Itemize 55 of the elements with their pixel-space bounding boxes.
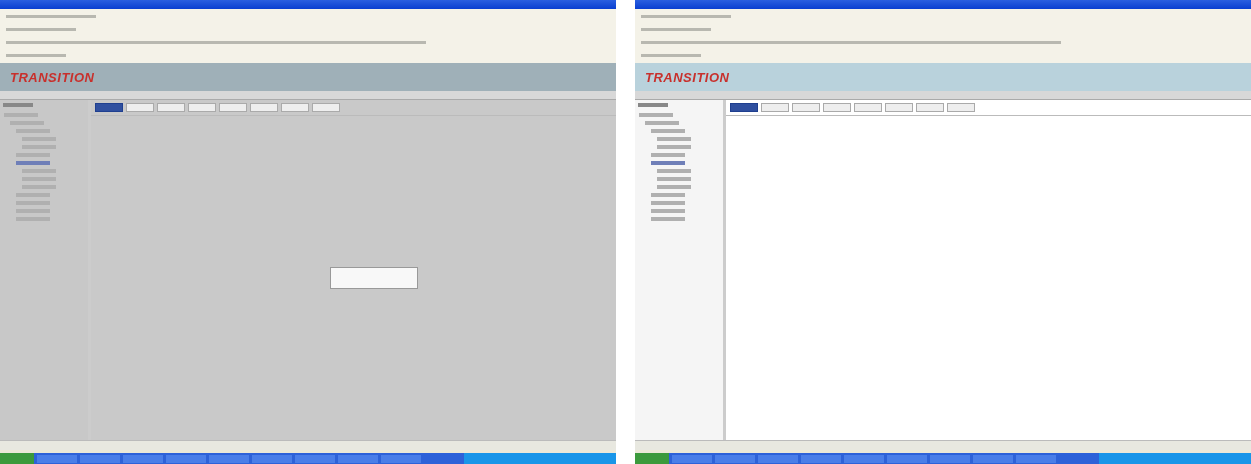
taskbar-button[interactable]	[801, 454, 841, 463]
start-button[interactable]	[0, 453, 34, 464]
taskbar-button[interactable]	[123, 454, 163, 463]
taskbar-button[interactable]	[844, 454, 884, 463]
tree-item[interactable]	[651, 153, 685, 157]
tab[interactable]	[885, 103, 913, 112]
taskbar-button[interactable]	[1016, 454, 1056, 463]
taskbar-button[interactable]	[252, 454, 292, 463]
taskbar-button[interactable]	[166, 454, 206, 463]
tab[interactable]	[250, 103, 278, 112]
tree-item[interactable]	[651, 201, 685, 205]
tree-item[interactable]	[657, 177, 691, 181]
taskbar-button[interactable]	[973, 454, 1013, 463]
logo[interactable]: TRANSITION	[645, 69, 730, 85]
start-button[interactable]	[635, 453, 669, 464]
tab[interactable]	[792, 103, 820, 112]
tree-item[interactable]	[657, 185, 691, 189]
taskbar-button[interactable]	[381, 454, 421, 463]
tab[interactable]	[312, 103, 340, 112]
tree-item[interactable]	[657, 137, 691, 141]
tab[interactable]	[823, 103, 851, 112]
taskbar-button[interactable]	[930, 454, 970, 463]
taskbar-button[interactable]	[338, 454, 378, 463]
tree-item[interactable]	[16, 161, 50, 165]
tree-item[interactable]	[639, 113, 673, 117]
taskbar-button[interactable]	[715, 454, 755, 463]
sidebar-header	[638, 103, 668, 107]
logo[interactable]: TRANSITION	[10, 69, 95, 85]
tree-item[interactable]	[645, 121, 679, 125]
taskbar-button[interactable]	[295, 454, 335, 463]
tree-item[interactable]	[651, 209, 685, 213]
taskbar-button[interactable]	[758, 454, 798, 463]
taskbar-button[interactable]	[209, 454, 249, 463]
tree-item[interactable]	[651, 193, 685, 197]
tab[interactable]	[854, 103, 882, 112]
tab[interactable]	[126, 103, 154, 112]
tab[interactable]	[219, 103, 247, 112]
tab[interactable]	[188, 103, 216, 112]
sidebar-header	[3, 103, 33, 107]
tab[interactable]	[730, 103, 758, 112]
tab[interactable]	[947, 103, 975, 112]
tree-item[interactable]	[657, 145, 691, 149]
tab[interactable]	[281, 103, 309, 112]
tab[interactable]	[916, 103, 944, 112]
taskbar-button[interactable]	[80, 454, 120, 463]
taskbar-button[interactable]	[37, 454, 77, 463]
tree-item[interactable]	[651, 161, 685, 165]
tab[interactable]	[157, 103, 185, 112]
tab[interactable]	[95, 103, 123, 112]
tree-item[interactable]	[651, 129, 685, 133]
tab[interactable]	[761, 103, 789, 112]
tree-item[interactable]	[657, 169, 691, 173]
taskbar-button[interactable]	[672, 454, 712, 463]
tree-item[interactable]	[651, 217, 685, 221]
taskbar-button[interactable]	[887, 454, 927, 463]
